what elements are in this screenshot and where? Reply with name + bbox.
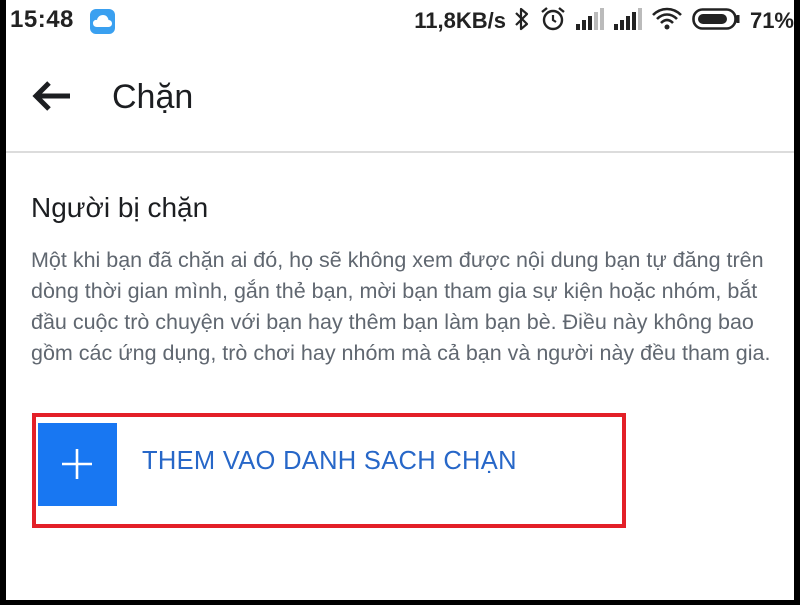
wifi-icon	[652, 7, 682, 36]
bluetooth-icon	[514, 7, 530, 36]
cloud-icon	[90, 9, 115, 34]
signal-icon	[613, 7, 642, 36]
section-description: Một khi bạn đã chặn ai đó, họ sẽ không x…	[31, 248, 771, 365]
alarm-icon	[540, 6, 566, 37]
plus-icon[interactable]	[38, 423, 117, 506]
arrow-left-icon	[32, 81, 70, 111]
status-right-group: 11,8KB/s 71%	[414, 6, 794, 36]
back-button[interactable]	[32, 78, 74, 114]
battery-percentage: 71%	[749, 8, 794, 33]
app-bar: Chặn	[6, 42, 794, 153]
screen: 15:48 11,8KB/s 71% Chặn Người bị chặn Mộ…	[6, 0, 794, 600]
battery-icon	[692, 7, 740, 35]
network-speed: 11,8KB/s	[414, 8, 506, 33]
status-bar: 15:48 11,8KB/s 71%	[6, 0, 794, 42]
status-time: 15:48	[10, 6, 74, 33]
section-title: Người bị chặn	[31, 192, 209, 223]
signal-icon	[575, 7, 604, 36]
page-title: Chặn	[112, 78, 194, 116]
add-to-block-list-label[interactable]: THEM VAO DANH SACH CHẠN	[142, 447, 517, 476]
